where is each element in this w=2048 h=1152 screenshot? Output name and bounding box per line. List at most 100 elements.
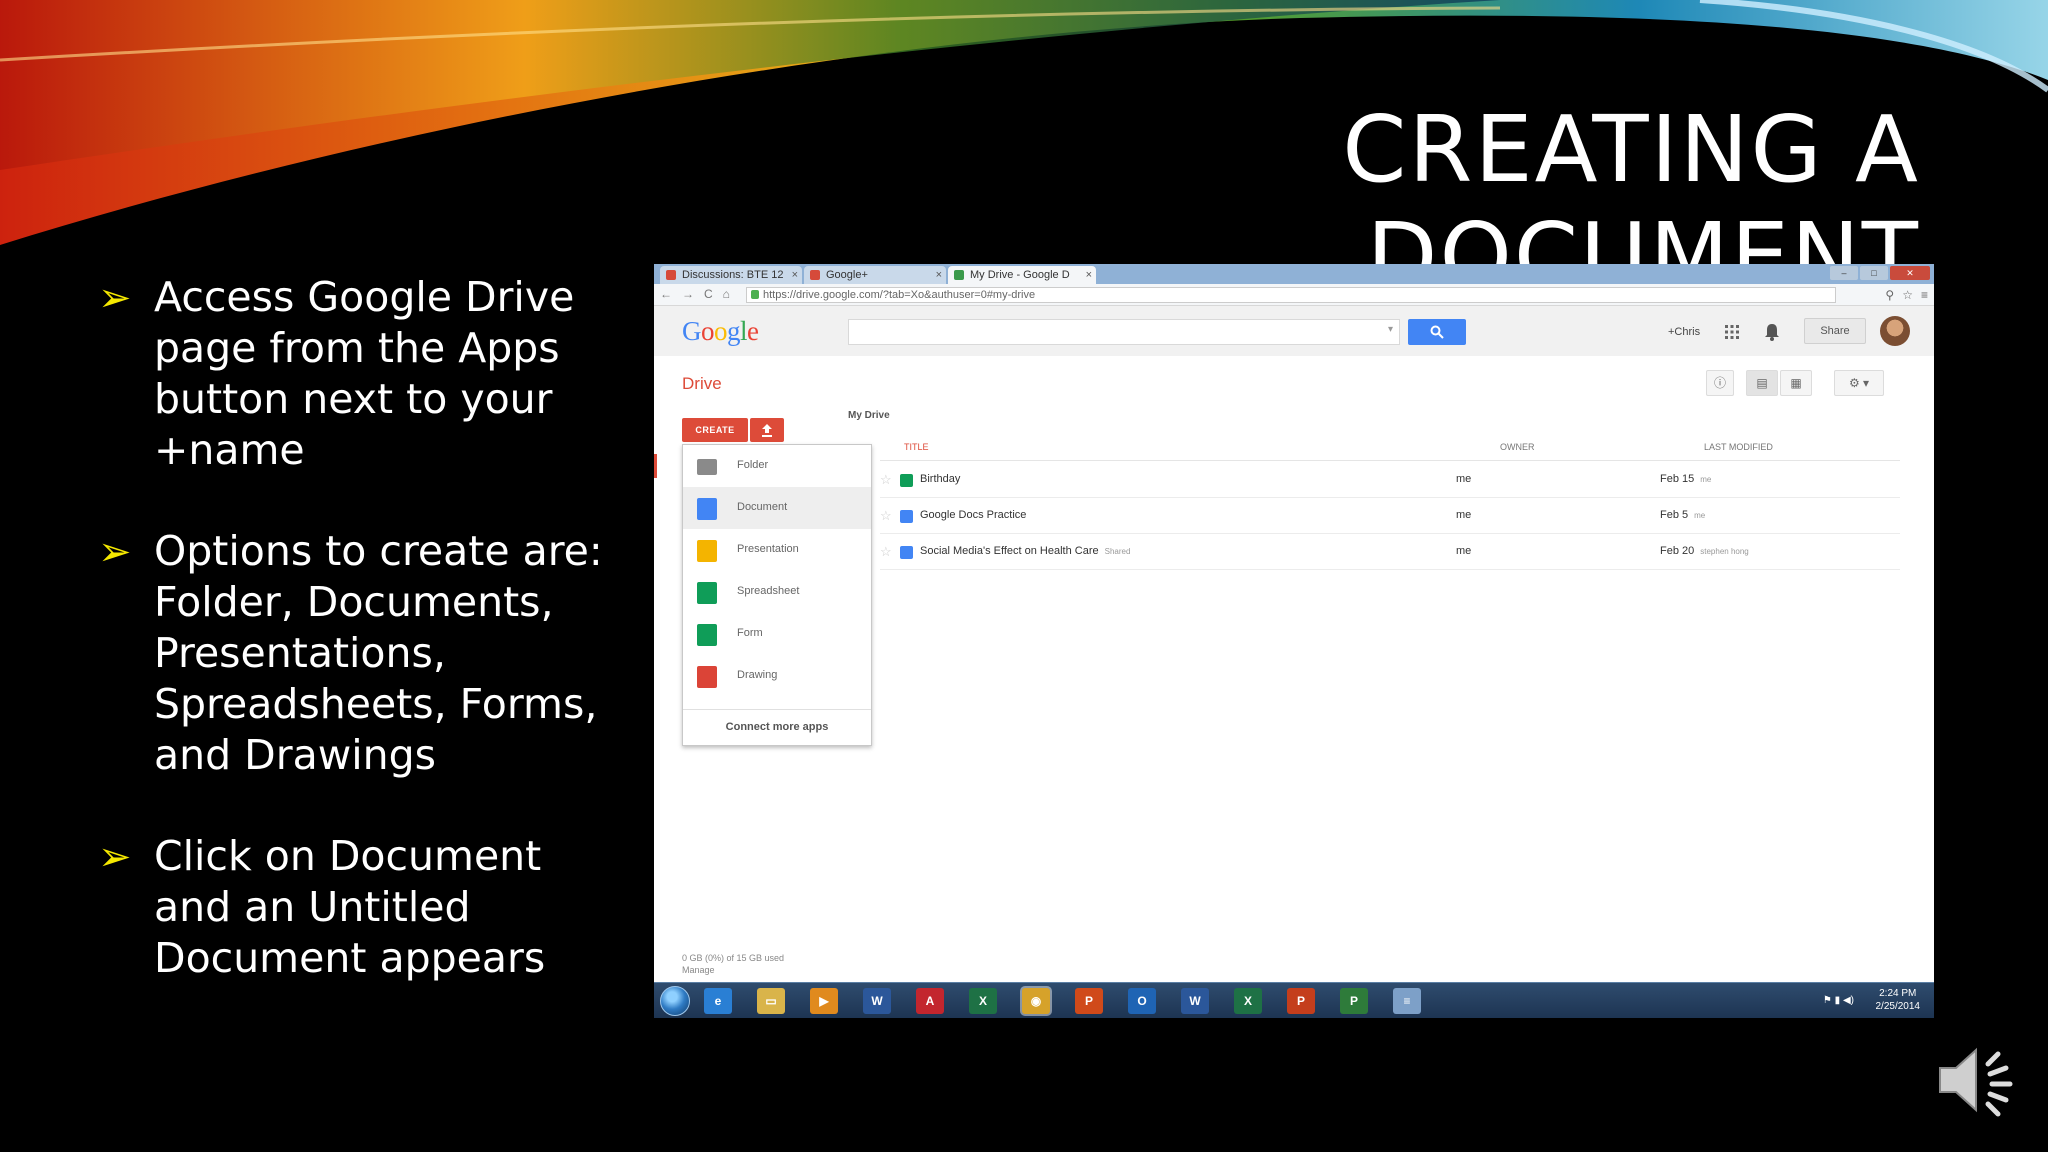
browser-tab[interactable]: Google+ × — [804, 266, 946, 284]
outlook-icon[interactable]: O — [1128, 988, 1156, 1014]
modified-date: Feb 20 — [1660, 545, 1695, 557]
modified-by: me — [1694, 511, 1706, 520]
back-icon[interactable]: ← — [660, 287, 672, 301]
file-owner: me — [1456, 509, 1472, 521]
logo-letter: l — [740, 316, 748, 346]
column-header-last-modified[interactable]: LAST MODIFIED — [1704, 442, 1773, 452]
ie-icon[interactable]: e — [704, 988, 732, 1014]
zoom-icon[interactable]: ⚲ — [1885, 288, 1894, 302]
create-menu-item-presentation[interactable]: Presentation — [683, 529, 871, 571]
tab-favicon-icon — [954, 270, 964, 280]
presentation-icon — [697, 540, 717, 562]
star-icon[interactable]: ☆ — [880, 544, 892, 560]
column-header-owner[interactable]: OWNER — [1500, 442, 1535, 452]
word-icon[interactable]: W — [863, 988, 891, 1014]
network-icon[interactable]: ▮ — [1835, 995, 1841, 1006]
minimize-button[interactable]: – — [1830, 266, 1858, 280]
create-menu-item-folder[interactable]: Folder — [683, 445, 871, 487]
publisher-icon[interactable]: P — [1075, 988, 1103, 1014]
create-menu-item-spreadsheet[interactable]: Spreadsheet — [683, 571, 871, 613]
maximize-button[interactable]: □ — [1860, 266, 1888, 280]
volume-icon[interactable]: ◀) — [1843, 995, 1854, 1006]
file-name: Social Media's Effect on Health Care Shar… — [920, 545, 1130, 557]
spreadsheet-file-icon — [900, 474, 913, 487]
bullet-text: Access Google Drive page from the Apps b… — [154, 273, 575, 474]
list-view-icon[interactable]: ▤ — [1746, 370, 1778, 396]
upload-button[interactable] — [750, 418, 784, 442]
home-icon[interactable]: ⌂ — [723, 287, 730, 301]
notifications-bell-icon[interactable] — [1764, 323, 1780, 341]
connect-more-apps-link[interactable]: Connect more apps — [683, 709, 871, 745]
start-button[interactable] — [660, 986, 690, 1016]
google-logo[interactable]: Google — [682, 316, 759, 347]
browser-tab[interactable]: Discussions: BTE 12 × — [660, 266, 802, 284]
user-name-link[interactable]: +Chris — [1668, 326, 1700, 338]
create-menu-item-drawing[interactable]: Drawing — [683, 655, 871, 697]
bullet-arrow-icon: ➢ — [98, 275, 132, 321]
tab-close-icon[interactable]: × — [792, 266, 798, 284]
menu-item-label: Spreadsheet — [737, 585, 800, 597]
table-row[interactable]: ☆ Google Docs Practice me Feb 5 me — [880, 498, 1900, 534]
modified-by: me — [1700, 475, 1712, 484]
excel-icon[interactable]: X — [969, 988, 997, 1014]
drive-title[interactable]: Drive — [682, 374, 722, 394]
logo-letter: o — [714, 316, 728, 346]
grid-view-icon[interactable]: ▦ — [1780, 370, 1812, 396]
settings-gear-icon[interactable]: ⚙ ▾ — [1834, 370, 1884, 396]
bookmark-star-icon[interactable]: ☆ — [1902, 288, 1913, 302]
star-icon[interactable]: ☆ — [880, 508, 892, 524]
upload-icon — [762, 424, 772, 437]
forward-icon[interactable]: → — [682, 287, 694, 301]
create-button[interactable]: CREATE — [682, 418, 748, 442]
excel2-icon[interactable]: X — [1234, 988, 1262, 1014]
bullet-item: ➢ Access Google Drive page from the Apps… — [96, 272, 656, 476]
chrome-icon[interactable]: ◉ — [1022, 988, 1050, 1014]
menu-icon[interactable]: ≡ — [1921, 288, 1928, 302]
folder-icon — [697, 459, 717, 475]
speaker-audio-icon[interactable] — [1936, 1040, 2024, 1120]
details-info-icon[interactable]: ⓘ — [1706, 370, 1734, 396]
breadcrumb[interactable]: My Drive — [848, 410, 890, 421]
acrobat-icon[interactable]: A — [916, 988, 944, 1014]
powerpoint-icon[interactable]: P — [1287, 988, 1315, 1014]
tab-close-icon[interactable]: × — [936, 266, 942, 284]
document-file-icon — [900, 546, 913, 559]
create-menu-item-form[interactable]: Form — [683, 613, 871, 655]
my-drive-nav-indicator — [654, 454, 657, 478]
column-header-title[interactable]: TITLE — [904, 442, 929, 452]
close-window-button[interactable]: ✕ — [1890, 266, 1930, 280]
project-icon[interactable]: P — [1340, 988, 1368, 1014]
search-button[interactable] — [1408, 319, 1466, 345]
tab-label: Discussions: BTE 12 — [682, 269, 784, 281]
manage-storage-link[interactable]: Manage — [682, 964, 784, 976]
file-name-text: Social Media's Effect on Health Care — [920, 545, 1099, 557]
browser-tab-active[interactable]: My Drive - Google D × — [948, 266, 1096, 284]
apps-grid-icon[interactable] — [1724, 324, 1740, 340]
clock[interactable]: 2:24 PM 2/25/2014 — [1876, 987, 1921, 1013]
star-icon[interactable]: ☆ — [880, 472, 892, 488]
notepad-icon[interactable]: ≡ — [1393, 988, 1421, 1014]
share-button[interactable]: Share — [1804, 318, 1866, 344]
url-field[interactable]: https://drive.google.com/?tab=Xo&authuse… — [746, 287, 1836, 303]
create-menu-item-document[interactable]: Document — [683, 487, 871, 529]
storage-info: 0 GB (0%) of 15 GB used Manage — [682, 952, 784, 976]
reload-icon[interactable]: C — [704, 287, 713, 301]
table-row[interactable]: ☆ Social Media's Effect on Health Care Sh… — [880, 534, 1900, 570]
file-owner: me — [1456, 473, 1472, 485]
nav-buttons: ← → C ⌂ — [660, 287, 730, 301]
avatar[interactable] — [1880, 316, 1910, 346]
search-options-caret-icon[interactable]: ▾ — [1388, 324, 1393, 335]
flag-icon[interactable]: ⚑ — [1823, 995, 1832, 1006]
word2-icon[interactable]: W — [1181, 988, 1209, 1014]
logo-letter: o — [701, 316, 715, 346]
tab-close-icon[interactable]: × — [1086, 266, 1092, 284]
lock-icon — [751, 290, 759, 299]
tab-label: My Drive - Google D — [970, 269, 1070, 281]
explorer-icon[interactable]: ▭ — [757, 988, 785, 1014]
search-input[interactable]: ▾ — [848, 319, 1400, 345]
bullet-text: Options to create are: Folder, Documents… — [154, 527, 603, 779]
logo-letter: g — [727, 316, 741, 346]
address-bar-actions: ⚲ ☆ ≡ — [1885, 288, 1928, 302]
table-row[interactable]: ☆ Birthday me Feb 15 me — [880, 462, 1900, 498]
media-player-icon[interactable]: ▶ — [810, 988, 838, 1014]
